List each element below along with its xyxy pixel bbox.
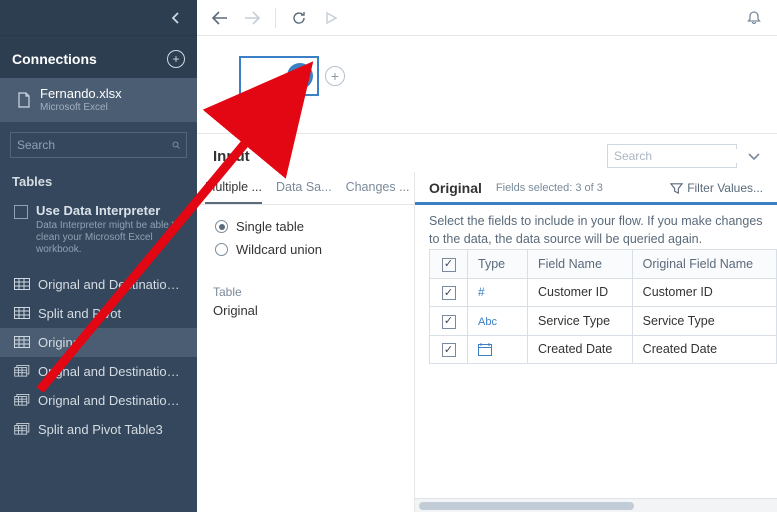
- flow-node-input[interactable]: [239, 56, 319, 96]
- radio-icon: [215, 243, 228, 256]
- field-type-icon[interactable]: Abc: [468, 307, 528, 336]
- collapse-sidebar-button[interactable]: [167, 9, 185, 27]
- table-item[interactable]: Split and Pivot Table3: [0, 415, 197, 444]
- sidebar-top: [0, 0, 197, 36]
- table-item-label: Original: [38, 335, 83, 350]
- table-item[interactable]: Orignal and Destination ...: [0, 357, 197, 386]
- field-name[interactable]: Service Type: [528, 307, 633, 336]
- tab[interactable]: Changes ...: [346, 172, 410, 204]
- connections-header: Connections +: [0, 36, 197, 78]
- field-checkbox[interactable]: [442, 343, 456, 357]
- tables-header: Tables: [0, 166, 197, 195]
- connections-label: Connections: [12, 51, 97, 67]
- toolbar: [197, 0, 777, 36]
- tabs: Multiple ... Data Sa... Changes ...: [197, 172, 414, 205]
- file-icon: [16, 92, 32, 108]
- settings-pane: Multiple ... Data Sa... Changes ... Single…: [197, 172, 415, 512]
- table-value: Original: [213, 303, 398, 318]
- add-step-button[interactable]: +: [325, 66, 345, 86]
- main: Original + Input Multiple ... Data Sa... C…: [197, 0, 777, 512]
- tab[interactable]: Multiple ...: [205, 172, 262, 204]
- field-name[interactable]: Created Date: [528, 335, 633, 364]
- table-item[interactable]: Split and Pivot: [0, 299, 197, 328]
- col-orig-name: Original Field Name: [632, 250, 776, 279]
- flow-canvas[interactable]: Original +: [197, 36, 777, 134]
- field-checkbox[interactable]: [442, 315, 456, 329]
- field-row: Created DateCreated Date: [430, 335, 777, 364]
- table-item-label: Orignal and Destination ...: [38, 277, 185, 292]
- col-field-name: Field Name: [528, 250, 633, 279]
- field-row: AbcService TypeService Type: [430, 307, 777, 336]
- run-button[interactable]: [318, 5, 344, 31]
- field-row: #Customer IDCustomer ID: [430, 278, 777, 307]
- radio-single-table[interactable]: Single table: [215, 219, 398, 234]
- field-type-icon[interactable]: #: [468, 278, 528, 307]
- notifications-button[interactable]: [741, 5, 767, 31]
- connection-subtype: Microsoft Excel: [40, 102, 122, 114]
- back-button[interactable]: [207, 5, 233, 31]
- forward-button[interactable]: [239, 5, 265, 31]
- field-name[interactable]: Customer ID: [528, 278, 633, 307]
- data-interpreter-toggle[interactable]: Use Data Interpreter Data Interpreter mi…: [0, 195, 197, 264]
- field-checkbox[interactable]: [442, 286, 456, 300]
- tab[interactable]: Data Sa...: [276, 172, 332, 204]
- fields-table: Type Field Name Original Field Name #Cus…: [429, 249, 777, 364]
- data-interpreter-title: Use Data Interpreter: [36, 203, 185, 218]
- table-item[interactable]: Original: [0, 328, 197, 357]
- radio-icon: [215, 220, 228, 233]
- checkbox-icon: [14, 205, 28, 219]
- sidebar-search: [0, 122, 197, 166]
- help-text: Select the fields to include in your flo…: [415, 213, 777, 249]
- table-label: Table: [213, 285, 398, 299]
- field-type-icon[interactable]: [468, 335, 528, 364]
- original-field-name: Customer ID: [632, 278, 776, 307]
- table-item-label: Split and Pivot: [38, 306, 121, 321]
- data-interpreter-subtitle: Data Interpreter might be able to clean …: [36, 220, 185, 256]
- search-icon: [172, 138, 180, 152]
- flow-node-label: Original: [239, 100, 319, 112]
- fields-pane: Original Fields selected: 3 of 3 Filter …: [415, 172, 777, 512]
- fields-count: Fields selected: 3 of 3: [496, 182, 603, 194]
- connection-item[interactable]: Fernando.xlsx Microsoft Excel: [0, 78, 197, 122]
- table-icon: [287, 63, 313, 89]
- original-field-name: Service Type: [632, 307, 776, 336]
- details-search-input[interactable]: [614, 149, 769, 163]
- details-panel: Input Multiple ... Data Sa... Changes ...: [197, 134, 777, 512]
- col-type: Type: [468, 250, 528, 279]
- refresh-button[interactable]: [286, 5, 312, 31]
- table-item-label: Split and Pivot Table3: [38, 422, 163, 437]
- original-field-name: Created Date: [632, 335, 776, 364]
- horizontal-scrollbar[interactable]: [415, 498, 777, 512]
- source-title: Original: [429, 180, 482, 196]
- panel-title: Input: [213, 148, 250, 165]
- table-item-label: Orignal and Destination ...: [38, 393, 185, 408]
- table-list: Orignal and Destination ... Split and Piv…: [0, 270, 197, 444]
- table-item-label: Orignal and Destination ...: [38, 364, 185, 379]
- table-item[interactable]: Orignal and Destination ...: [0, 270, 197, 299]
- collapse-panel-button[interactable]: [747, 151, 761, 161]
- filter-icon: [670, 182, 683, 195]
- table-item[interactable]: Orignal and Destination ...: [0, 386, 197, 415]
- select-all-checkbox[interactable]: [442, 258, 456, 272]
- filter-values-button[interactable]: Filter Values...: [670, 181, 763, 195]
- sidebar: Connections + Fernando.xlsx Microsoft Ex…: [0, 0, 197, 512]
- radio-wildcard-union[interactable]: Wildcard union: [215, 242, 398, 257]
- connection-name: Fernando.xlsx: [40, 86, 122, 102]
- sidebar-search-input[interactable]: [17, 138, 172, 152]
- add-connection-button[interactable]: +: [167, 50, 185, 68]
